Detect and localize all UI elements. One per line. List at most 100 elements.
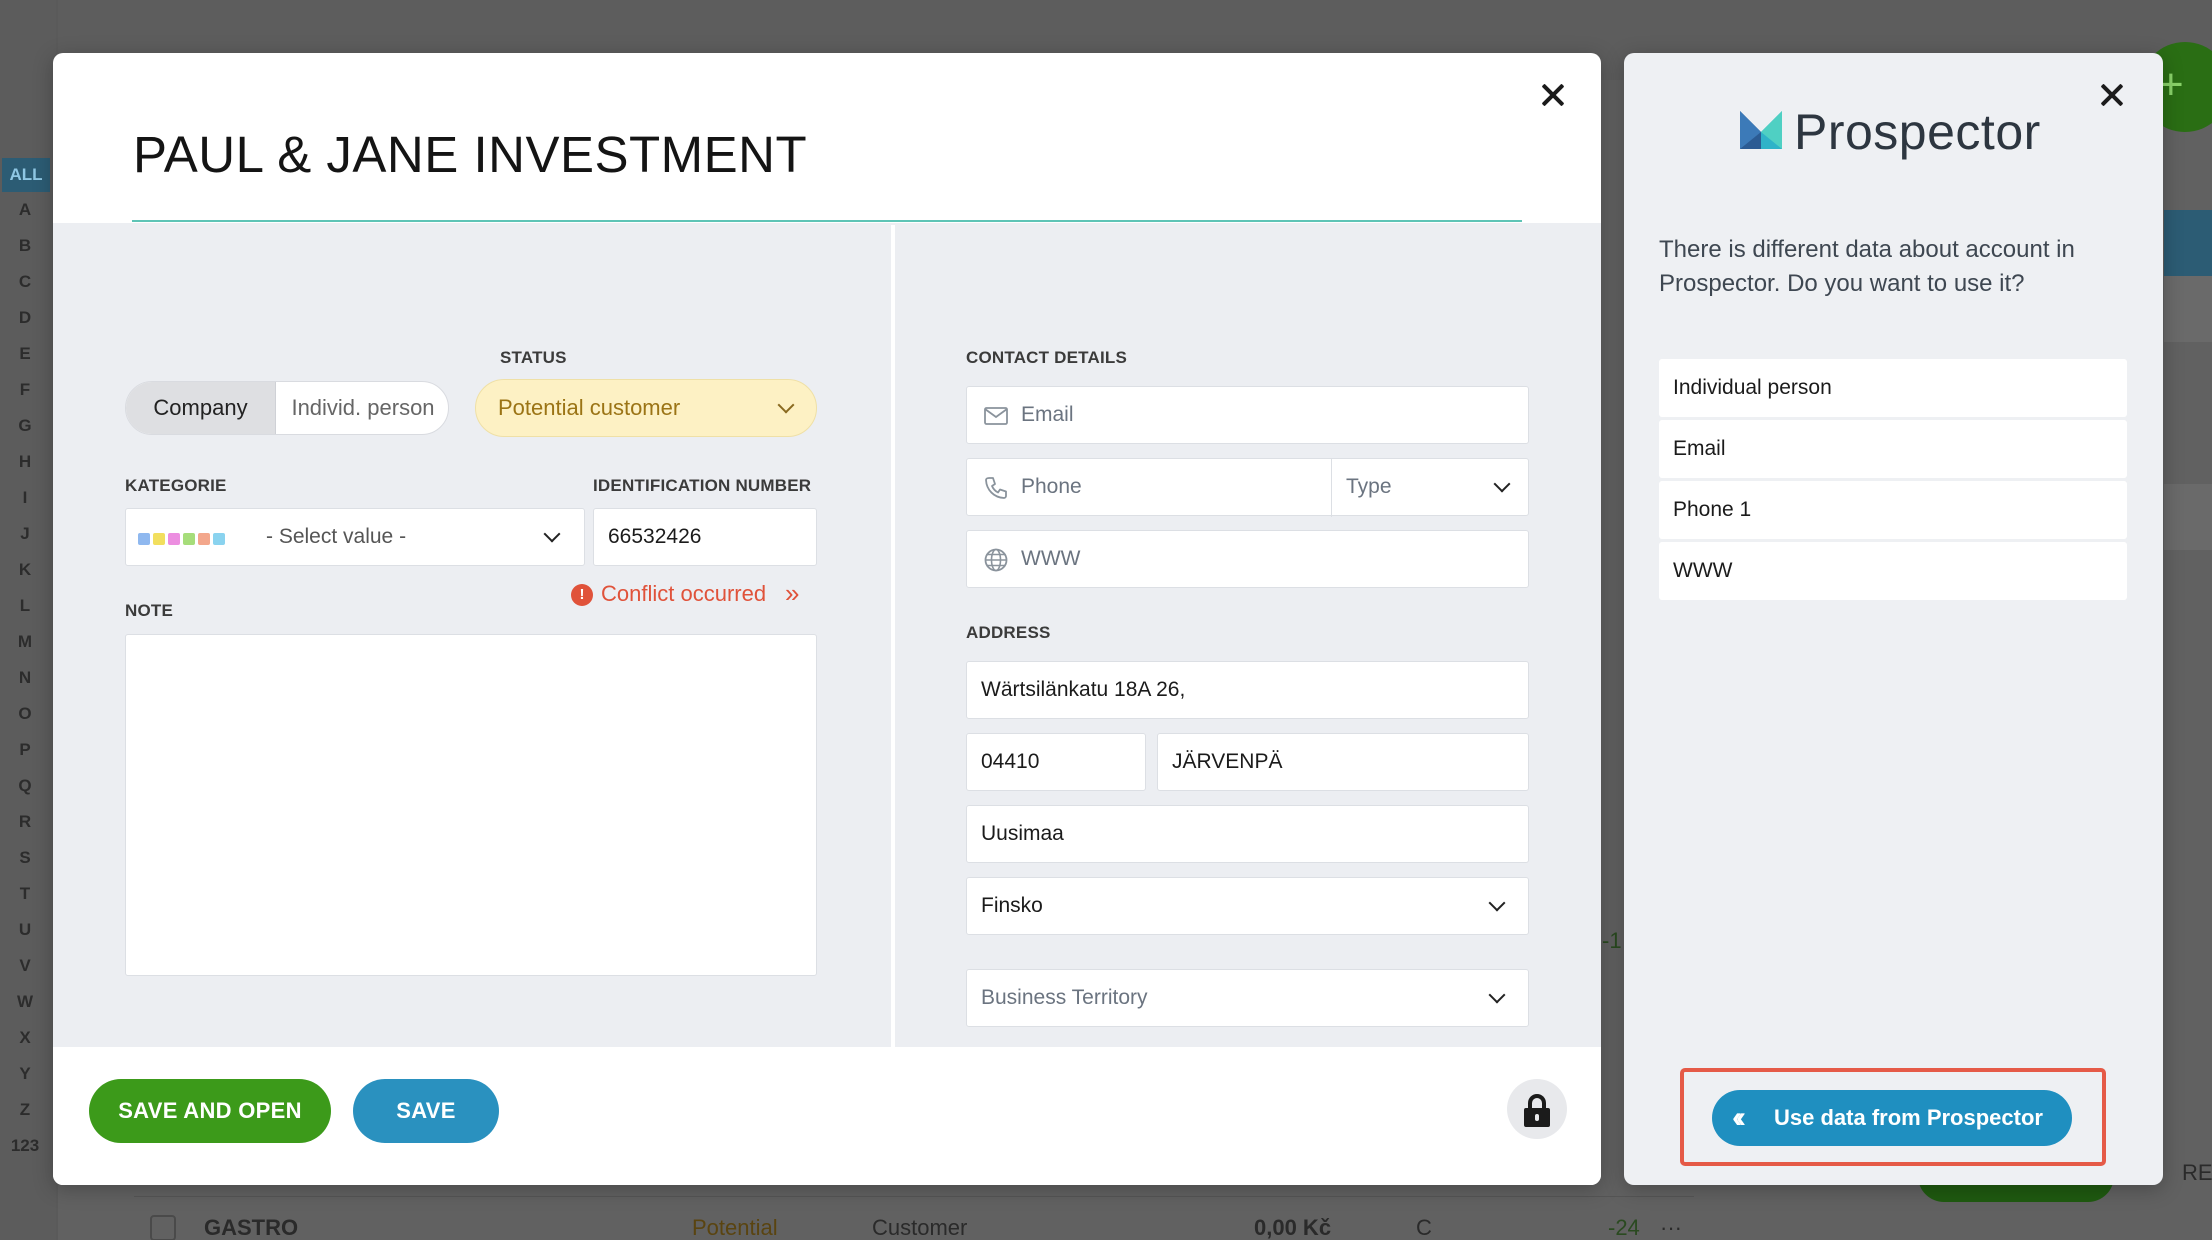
category-color-dot — [198, 533, 210, 545]
alphabet-filter-item[interactable]: T — [0, 876, 50, 912]
chevron-down-icon — [777, 396, 795, 414]
list-item: WWW — [1659, 542, 2127, 600]
account-type-toggle[interactable]: Company Individ. person — [125, 381, 449, 435]
alphabet-filter-item[interactable]: F — [0, 372, 50, 408]
envelope-icon — [984, 407, 1008, 425]
email-field[interactable]: Email — [966, 386, 1529, 444]
row-value: -24 — [1608, 1215, 1640, 1240]
zip-input[interactable]: 04410 — [966, 733, 1146, 791]
alphabet-filter-item[interactable]: B — [0, 228, 50, 264]
difference-list: Individual person Email Phone 1 WWW — [1659, 359, 2127, 603]
lock-icon-keyhole — [1535, 1114, 1539, 1121]
warning-icon: ! — [571, 584, 593, 606]
alphabet-filter-item[interactable]: S — [0, 840, 50, 876]
kategorie-select[interactable]: - Select value - — [125, 508, 585, 566]
alphabet-sidebar: ALL A B C D E F G H I J K L M N O P Q R S T U V W X Y Z 123 — [0, 0, 56, 1240]
row-name: GASTRO — [204, 1215, 299, 1240]
phone-type-select[interactable]: Type — [1331, 459, 1528, 517]
category-color-dot — [183, 533, 195, 545]
zip-value: 04410 — [981, 750, 1040, 773]
close-icon[interactable] — [2090, 73, 2134, 117]
alphabet-filter-item[interactable]: V — [0, 948, 50, 984]
kategorie-label: KATEGORIE — [125, 476, 227, 495]
alphabet-filter-item[interactable]: G — [0, 408, 50, 444]
row-amount: 0,00 Kč — [1254, 1215, 1332, 1240]
row-rating: C — [1416, 1215, 1432, 1240]
alphabet-filter-item[interactable]: E — [0, 336, 50, 372]
column-divider — [891, 225, 895, 1047]
alphabet-filter-item[interactable]: L — [0, 588, 50, 624]
alphabet-filter-item[interactable]: J — [0, 516, 50, 552]
toggle-company[interactable]: Company — [126, 382, 276, 434]
address-label: ADDRESS — [966, 623, 1051, 642]
background-row-strip — [2164, 484, 2212, 550]
double-chevron-left-icon: ‹‹ — [1732, 1101, 1746, 1134]
alphabet-filter-item[interactable]: R — [0, 804, 50, 840]
toggle-individual-person[interactable]: Individ. person — [276, 382, 448, 434]
alphabet-filter-item[interactable]: N — [0, 660, 50, 696]
save-and-open-button[interactable]: SAVE AND OPEN — [89, 1079, 331, 1143]
globe-icon — [984, 548, 1008, 572]
chevron-down-icon — [1488, 894, 1506, 912]
close-icon[interactable] — [1531, 73, 1575, 117]
alphabet-filter-item[interactable]: C — [0, 264, 50, 300]
account-edit-modal: PAUL & JANE INVESTMENT STATUS Company In… — [53, 53, 1601, 1185]
street-value: Wärtsilänkatu 18A 26, — [981, 678, 1186, 701]
note-textarea[interactable] — [125, 634, 817, 976]
row-type: Customer — [872, 1215, 968, 1240]
alphabet-filter-item[interactable]: ALL — [2, 158, 50, 192]
background-highlight-strip — [2164, 210, 2212, 276]
row-status: Potential — [692, 1215, 778, 1240]
status-label: STATUS — [500, 348, 567, 367]
background-value: -1 — [1602, 928, 1622, 953]
alphabet-filter-item[interactable]: P — [0, 732, 50, 768]
alphabet-filter-item[interactable]: D — [0, 300, 50, 336]
use-data-label: Use data from Prospector — [1774, 1105, 2043, 1130]
note-label: NOTE — [125, 601, 174, 620]
phone-icon — [985, 477, 1007, 499]
phone-placeholder: Phone — [1021, 475, 1082, 498]
lock-button[interactable] — [1507, 1079, 1567, 1139]
double-chevron-right-icon: » — [785, 578, 800, 608]
identification-number-value: 66532426 — [608, 525, 702, 548]
alphabet-filter-item[interactable]: A — [0, 192, 50, 228]
alphabet-filter-item[interactable]: W — [0, 984, 50, 1020]
alphabet-filter-item[interactable]: I — [0, 480, 50, 516]
kategorie-placeholder: - Select value - — [266, 525, 407, 548]
alphabet-filter-item[interactable]: X — [0, 1020, 50, 1056]
prospector-message: There is different data about account in… — [1659, 236, 2075, 297]
business-territory-select[interactable]: Business Territory — [966, 969, 1529, 1027]
street-input[interactable]: Wärtsilänkatu 18A 26, — [966, 661, 1529, 719]
alphabet-filter-item[interactable]: K — [0, 552, 50, 588]
alphabet-filter-item[interactable]: Z — [0, 1092, 50, 1128]
use-data-from-prospector-button[interactable]: ‹‹ Use data from Prospector — [1712, 1090, 2072, 1146]
contact-details-label: CONTACT DETAILS — [966, 348, 1128, 367]
region-input[interactable]: Uusimaa — [966, 805, 1529, 863]
save-button[interactable]: SAVE — [353, 1079, 499, 1143]
www-field[interactable]: WWW — [966, 530, 1529, 588]
alphabet-filter-item[interactable]: O — [0, 696, 50, 732]
chevron-down-icon — [543, 525, 561, 543]
category-color-dot — [213, 533, 225, 545]
alphabet-filter-item[interactable]: Q — [0, 768, 50, 804]
country-select[interactable]: Finsko — [966, 877, 1529, 935]
alphabet-filter-item[interactable]: Y — [0, 1056, 50, 1092]
row-more-icon[interactable]: ··· — [1660, 1215, 1682, 1240]
alphabet-filter-item[interactable]: H — [0, 444, 50, 480]
row-checkbox[interactable] — [150, 1215, 176, 1240]
table-row[interactable]: GASTRO Potential Customer 0,00 Kč C -24 … — [134, 1196, 1694, 1240]
alphabet-filter-item[interactable]: U — [0, 912, 50, 948]
alphabet-filter-item[interactable]: M — [0, 624, 50, 660]
list-item: Email — [1659, 420, 2127, 478]
status-select[interactable]: Potential customer — [475, 379, 817, 437]
category-color-dot — [168, 533, 180, 545]
city-input[interactable]: JÄRVENPÄ — [1157, 733, 1529, 791]
identification-number-input[interactable]: 66532426 — [593, 508, 817, 566]
phone-field[interactable]: Phone Type — [966, 458, 1529, 517]
background-text: RE — [2182, 1160, 2212, 1185]
chevron-down-icon — [1488, 986, 1506, 1004]
alphabet-filter-item[interactable]: 123 — [0, 1128, 50, 1164]
modal-title: PAUL & JANE INVESTMENT — [133, 126, 808, 183]
identification-number-label: IDENTIFICATION NUMBER — [593, 476, 812, 495]
modal-footer: SAVE AND OPEN SAVE — [53, 1047, 1601, 1185]
